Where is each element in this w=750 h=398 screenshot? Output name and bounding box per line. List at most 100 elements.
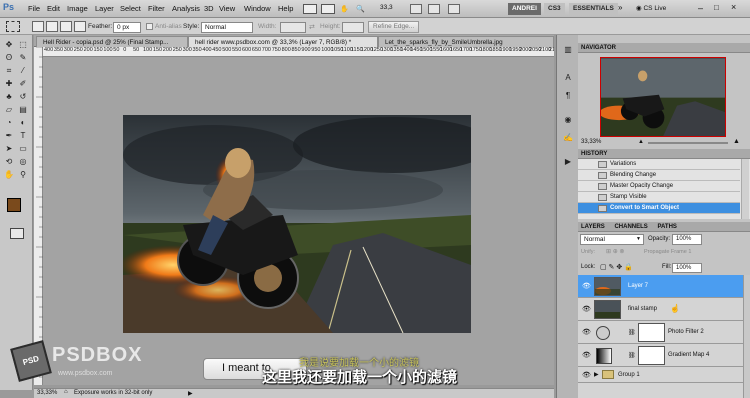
tab-paths[interactable]: PATHS	[657, 224, 676, 230]
unify-icons[interactable]: ⊞ ⊕ ⊗	[606, 248, 624, 255]
zoom-out-icon[interactable]: ▲	[638, 139, 644, 145]
quick-selection-icon[interactable]: ✎	[17, 52, 29, 63]
status-zoom[interactable]: 33,33%	[37, 390, 57, 396]
more-workspaces-icon[interactable]: »	[618, 3, 622, 12]
layer-row[interactable]: 👁 ▶ Group 1	[578, 367, 743, 383]
healing-brush-icon[interactable]: ✚	[3, 78, 15, 89]
hand-tool-icon-2[interactable]: ✋	[3, 169, 15, 180]
blend-mode-select[interactable]: Normal ▼	[580, 234, 644, 245]
document-image[interactable]	[123, 115, 471, 333]
menu-3d[interactable]: 3D	[204, 4, 214, 13]
3d-orbit-icon[interactable]: ◎	[17, 156, 29, 167]
history-item[interactable]: Variations	[578, 159, 740, 170]
menu-view[interactable]: View	[219, 4, 235, 13]
eye-icon[interactable]: 👁	[582, 371, 591, 379]
shape-tool-icon[interactable]: ▭	[17, 143, 29, 154]
character-icon[interactable]: A	[562, 73, 574, 85]
hand-tool-icon[interactable]: ✋	[340, 5, 349, 13]
layer-row[interactable]: 👁 ⛓ Photo Filter 2	[578, 321, 743, 344]
intersect-selection-icon[interactable]	[74, 21, 86, 32]
clone-stamp-icon[interactable]: ♣	[3, 91, 15, 102]
path-selection-icon[interactable]: ➤	[3, 143, 15, 154]
menu-layer[interactable]: Layer	[95, 4, 114, 13]
tab-let-the-sparks-fly[interactable]: Let_the_sparks_fly_by_SmileUmbrella.jpg	[378, 36, 554, 47]
eye-icon[interactable]: 👁	[582, 305, 591, 313]
close-icon[interactable]: ×	[731, 2, 736, 12]
workspace-andrei[interactable]: ANDREI	[508, 3, 541, 15]
menu-help[interactable]: Help	[278, 4, 293, 13]
history-item[interactable]: Master Opacity Change	[578, 181, 740, 192]
tab-layers[interactable]: LAYERS	[581, 224, 605, 230]
eyedropper-tool-icon[interactable]: ⁄	[17, 65, 29, 76]
zoom-level[interactable]: 33,3	[380, 4, 393, 11]
navigator-thumbnail[interactable]	[600, 57, 726, 137]
zoom-in-icon[interactable]: ▲	[733, 138, 740, 145]
rotate-view-icon[interactable]	[448, 4, 460, 14]
3d-rotate-icon[interactable]: ⟲	[3, 156, 15, 167]
pen-tool-icon[interactable]: ✒	[3, 130, 15, 141]
quick-mask-icon[interactable]	[10, 228, 24, 239]
opacity-input[interactable]: 100%	[672, 234, 702, 245]
lock-icons[interactable]: ▢ ✎ ✥ 🔒	[600, 263, 633, 271]
menu-file[interactable]: File	[28, 4, 40, 13]
screen-mode-icon[interactable]	[428, 4, 440, 14]
eraser-tool-icon[interactable]: ▱	[3, 104, 15, 115]
eye-icon[interactable]: 👁	[582, 328, 591, 336]
gradient-tool-icon[interactable]: ▤	[17, 104, 29, 115]
antialias-checkbox[interactable]	[146, 23, 153, 30]
width-input[interactable]	[280, 22, 306, 33]
feather-input[interactable]: 0 px	[113, 22, 141, 33]
menu-image[interactable]: Image	[67, 4, 88, 13]
cs-live-button[interactable]: ◉ CS Live	[636, 4, 666, 12]
eye-icon[interactable]: 👁	[582, 351, 591, 359]
history-brush-icon[interactable]: ↺	[17, 91, 29, 102]
minimize-icon[interactable]: –	[698, 3, 703, 13]
tab-hell-rider-copia[interactable]: Hell Rider - copia.psd @ 25% (Final Stam…	[36, 36, 188, 47]
brush-tool-icon[interactable]: ✐	[17, 78, 29, 89]
eye-icon[interactable]: 👁	[582, 282, 591, 290]
menu-window[interactable]: Window	[244, 4, 271, 13]
expand-arrow-icon[interactable]: ▶	[594, 371, 599, 378]
history-item[interactable]: Stamp Visible	[578, 192, 740, 203]
layer-row[interactable]: 👁 final stamp ☝	[578, 298, 743, 321]
marquee-tool-icon[interactable]: ⬚	[17, 39, 29, 50]
tab-history[interactable]: HISTORY	[581, 151, 607, 157]
status-arrow-icon[interactable]: ▶	[188, 390, 193, 397]
actions-icon[interactable]: ▶	[562, 157, 574, 169]
zoom-tool-icon[interactable]: 🔍	[356, 5, 365, 13]
history-item-selected[interactable]: Convert to Smart Object	[578, 203, 740, 214]
clone-source-icon[interactable]: ◉	[562, 115, 574, 127]
tab-hell-rider-active[interactable]: hell rider www.psdbox.com @ 33,3% (Layer…	[188, 36, 378, 47]
history-scrollbar[interactable]	[741, 159, 749, 219]
style-select[interactable]: Normal	[201, 22, 253, 33]
navigator-zoom[interactable]: 33,33%	[581, 139, 601, 145]
workspace-essentials[interactable]: ESSENTIALS	[569, 3, 618, 15]
crop-tool-icon[interactable]: ⌗	[3, 65, 15, 76]
tab-channels[interactable]: CHANNELS	[614, 224, 647, 230]
type-tool-icon[interactable]: T	[17, 130, 29, 141]
menu-analysis[interactable]: Analysis	[172, 4, 200, 13]
subtract-selection-icon[interactable]	[60, 21, 72, 32]
fill-input[interactable]: 100%	[672, 263, 702, 273]
brush-presets-icon[interactable]: ✍	[562, 133, 574, 145]
menu-edit[interactable]: Edit	[47, 4, 60, 13]
lasso-tool-icon[interactable]: ʘ	[3, 52, 15, 63]
tab-navigator[interactable]: NAVIGATOR	[581, 45, 616, 51]
paragraph-icon[interactable]: ¶	[562, 91, 574, 103]
dodge-tool-icon[interactable]: ◐	[17, 117, 29, 128]
layer-row-selected[interactable]: 👁 Layer 7	[578, 275, 743, 298]
layers-scrollbar[interactable]	[743, 275, 750, 398]
zoom-tool-icon-2[interactable]: ⚲	[17, 169, 29, 180]
arrange-documents-icon[interactable]	[410, 4, 422, 14]
menu-filter[interactable]: Filter	[148, 4, 165, 13]
menu-select[interactable]: Select	[120, 4, 141, 13]
foreground-color-swatch[interactable]	[7, 198, 21, 212]
histogram-icon[interactable]: ▥	[562, 45, 574, 57]
workspace-cs3[interactable]: CS3	[544, 3, 565, 15]
height-input[interactable]	[342, 22, 364, 33]
bridge-icon[interactable]	[303, 4, 317, 14]
history-item[interactable]: Blending Change	[578, 170, 740, 181]
mini-bridge-icon[interactable]	[321, 4, 335, 14]
status-menu-icon[interactable]: ⌂	[64, 389, 68, 395]
swap-dimensions-icon[interactable]: ⇄	[309, 23, 315, 31]
